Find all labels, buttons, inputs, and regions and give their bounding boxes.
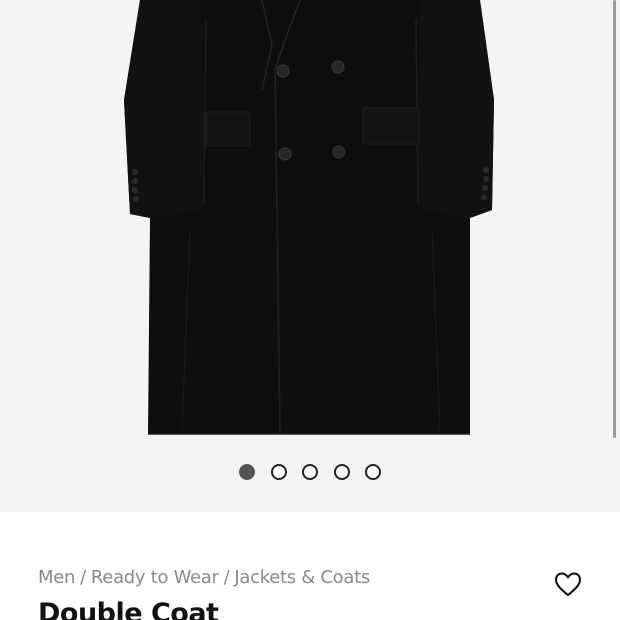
- carousel-dot-3[interactable]: [302, 464, 318, 480]
- coat-button: [332, 145, 346, 159]
- coat-button: [278, 147, 292, 161]
- product-image[interactable]: [0, 0, 620, 450]
- carousel-dot-2[interactable]: [270, 464, 287, 480]
- scrollbar[interactable]: [613, 0, 616, 438]
- carousel-dot-4[interactable]: [333, 464, 350, 480]
- breadcrumb-separator: /: [80, 567, 86, 588]
- carousel-dot-5[interactable]: [365, 464, 381, 480]
- coat-right-sleeve: [416, 0, 494, 218]
- breadcrumb-item-men[interactable]: Men: [38, 567, 75, 588]
- heart-icon[interactable]: [553, 570, 583, 598]
- coat-left-sleeve: [124, 0, 206, 218]
- coat-left-pocket: [205, 111, 251, 147]
- breadcrumb: Men / Ready to Wear / Jackets & Coats: [38, 567, 370, 588]
- product-title: Double Coat: [38, 598, 219, 620]
- carousel-dot-1[interactable]: [239, 464, 255, 480]
- breadcrumb-separator: /: [223, 567, 230, 588]
- coat-button: [276, 64, 290, 78]
- breadcrumb-item-ready-to-wear[interactable]: Ready to Wear: [91, 567, 219, 588]
- carousel-pagination: [0, 464, 620, 482]
- product-image-gallery[interactable]: [0, 0, 620, 512]
- product-page: Men / Ready to Wear / Jackets & Coats Double…: [0, 0, 620, 620]
- product-info: Men / Ready to Wear / Jackets & Coats Double…: [0, 512, 620, 620]
- coat-right-pocket: [362, 107, 420, 145]
- breadcrumb-item-jackets-coats[interactable]: Jackets & Coats: [234, 567, 370, 588]
- coat-button: [331, 60, 345, 74]
